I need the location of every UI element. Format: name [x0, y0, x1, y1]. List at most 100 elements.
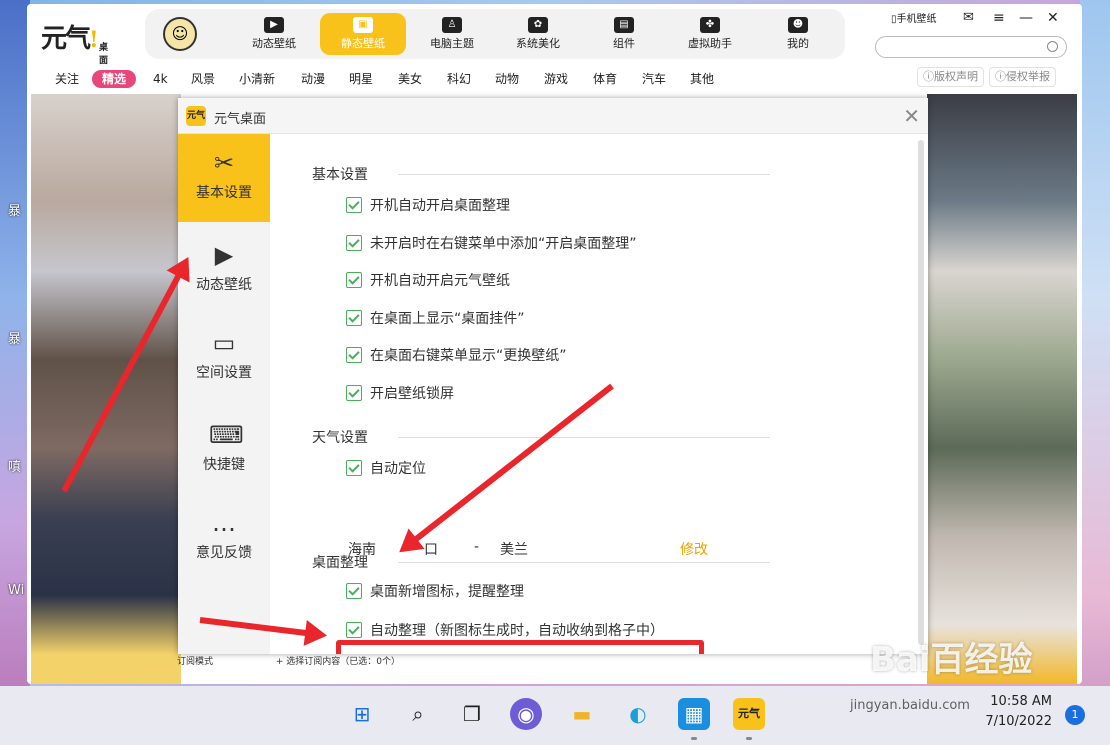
- mail-icon[interactable]: ✉: [963, 10, 974, 25]
- windows-start-icon[interactable]: ⊞: [346, 698, 378, 730]
- chat-icon: …: [212, 509, 236, 537]
- sidebar-label: 基本设置: [196, 185, 252, 201]
- nav-label: 组件: [613, 37, 635, 50]
- checkbox-checked[interactable]: [346, 460, 362, 476]
- scrollbar[interactable]: [918, 140, 924, 645]
- disk-icon: ▭: [212, 329, 236, 357]
- checkbox-checked[interactable]: [346, 310, 362, 326]
- option-autostart-organize[interactable]: 开机自动开启桌面整理: [346, 197, 510, 215]
- sidebar-item-shortcuts[interactable]: ⌨ 快捷键: [178, 406, 270, 494]
- category-item-active[interactable]: 精选: [92, 70, 137, 88]
- wallpaper-thumbnails-right[interactable]: [927, 94, 1077, 684]
- category-item[interactable]: 关注: [55, 70, 79, 88]
- yuanqi-app-icon[interactable]: 元气: [733, 698, 765, 730]
- category-item[interactable]: 美女: [398, 70, 422, 88]
- taskbar: ⊞ ⌕ ❐ ◉ ▬ ◐ ▦ 元气 10:58 AM 7/10/2022 1: [0, 686, 1110, 745]
- option-label: 开机自动开启桌面整理: [370, 198, 510, 214]
- nav-dynamic-wallpaper[interactable]: ▶ 动态壁纸: [231, 13, 317, 55]
- task-view-icon[interactable]: ❐: [456, 698, 488, 730]
- desktop-icon-label[interactable]: Wi: [8, 583, 24, 598]
- category-item[interactable]: 体育: [593, 70, 617, 88]
- modify-location-link[interactable]: 修改: [680, 539, 708, 559]
- settings-sidebar: ✂ 基本设置 ▶ 动态壁纸 ▭ 空间设置 ⌨ 快捷键 … 意见反馈: [178, 134, 270, 654]
- checkbox-checked[interactable]: [346, 272, 362, 288]
- option-auto-locate[interactable]: 自动定位: [346, 460, 426, 478]
- checkbox-checked[interactable]: [346, 622, 362, 638]
- search-icon[interactable]: [1047, 41, 1058, 52]
- copyright-link[interactable]: ⓘ版权声明: [917, 67, 984, 87]
- sidebar-item-space-settings[interactable]: ▭ 空间设置: [178, 314, 270, 402]
- option-auto-organize[interactable]: 自动整理（新图标生成时，自动收纳到格子中）: [346, 622, 664, 640]
- report-label: 侵权举报: [1006, 70, 1050, 83]
- subscribe-mode-select[interactable]: 订阅模式: [177, 657, 213, 667]
- close-icon[interactable]: ✕: [1047, 10, 1059, 26]
- face-icon: ☻: [788, 17, 808, 33]
- checkbox-checked[interactable]: [346, 385, 362, 401]
- folder-icon[interactable]: ▬: [566, 698, 598, 730]
- nav-widgets[interactable]: ▤ 组件: [581, 13, 667, 55]
- desktop-icon-label[interactable]: 暴: [8, 200, 21, 219]
- watermark-logo: Bai百经验: [870, 640, 1033, 680]
- category-item[interactable]: 其他: [690, 70, 714, 88]
- store-icon[interactable]: ▦: [678, 698, 710, 730]
- dialog-titlebar: 元气 元气桌面 ✕: [178, 98, 928, 134]
- sidebar-item-basic-settings[interactable]: ✂ 基本设置: [178, 134, 270, 222]
- option-autostart-wallpaper[interactable]: 开机自动开启元气壁纸: [346, 272, 510, 290]
- flower-icon: ✿: [528, 17, 548, 33]
- subscribe-content-link[interactable]: + 选择订阅内容（已选：0个）: [276, 657, 400, 667]
- option-lockscreen[interactable]: 开启壁纸锁屏: [346, 385, 454, 403]
- desktop-icon-label[interactable]: 暴: [8, 328, 21, 347]
- category-item[interactable]: 小清新: [239, 70, 275, 88]
- checkbox-checked[interactable]: [346, 583, 362, 599]
- category-item[interactable]: 明星: [349, 70, 373, 88]
- app-logo[interactable]: 元气! 桌面: [41, 18, 108, 66]
- nav-mine[interactable]: ☻ 我的: [755, 13, 841, 55]
- checkbox-checked[interactable]: [346, 197, 362, 213]
- category-item[interactable]: 动物: [495, 70, 519, 88]
- option-label: 自动整理（新图标生成时，自动收纳到格子中）: [370, 623, 664, 639]
- option-label: 桌面新增图标，提醒整理: [370, 584, 524, 600]
- search-box[interactable]: [875, 36, 1067, 58]
- category-item[interactable]: 风景: [191, 70, 215, 88]
- desktop-icon-label[interactable]: 嗔: [8, 456, 21, 475]
- highlight-box: [336, 640, 704, 654]
- option-context-menu-organize[interactable]: 未开启时在右键菜单中添加“开启桌面整理”: [346, 235, 637, 253]
- category-item[interactable]: 汽车: [642, 70, 666, 88]
- search-input[interactable]: [886, 39, 1036, 55]
- edge-icon[interactable]: ◐: [622, 698, 654, 730]
- category-item[interactable]: 科幻: [447, 70, 471, 88]
- category-item[interactable]: 动漫: [301, 70, 325, 88]
- option-new-icon-remind[interactable]: 桌面新增图标，提醒整理: [346, 583, 524, 601]
- wallpaper-thumbnails-left[interactable]: [31, 94, 181, 684]
- sidebar-label: 动态壁纸: [196, 277, 252, 293]
- option-show-widgets[interactable]: 在桌面上显示“桌面挂件”: [346, 310, 525, 328]
- logo-text: 元气: [41, 24, 91, 54]
- dialog-title: 元气桌面: [214, 112, 267, 127]
- shirt-icon: ♙: [442, 17, 462, 33]
- category-item[interactable]: 4k: [153, 70, 168, 88]
- phone-wallpaper-button[interactable]: ▯手机壁纸: [891, 10, 937, 25]
- report-link[interactable]: ⓘ侵权举报: [989, 67, 1056, 87]
- close-icon[interactable]: ✕: [903, 104, 920, 128]
- avatar[interactable]: ☺: [163, 17, 197, 51]
- search-icon[interactable]: ⌕: [402, 698, 434, 730]
- category-item[interactable]: 游戏: [544, 70, 568, 88]
- nav-static-wallpaper[interactable]: ▣ 静态壁纸: [320, 13, 406, 55]
- nav-virtual-assistant[interactable]: ✤ 虚拟助手: [667, 13, 753, 55]
- logo-sub: 桌面: [99, 43, 109, 66]
- sidebar-label: 空间设置: [196, 365, 252, 381]
- clock-time: 10:58 AM: [990, 694, 1052, 709]
- notification-badge[interactable]: 1: [1065, 705, 1085, 725]
- minimize-icon[interactable]: —: [1019, 10, 1033, 26]
- menu-icon[interactable]: ≡: [993, 10, 1005, 26]
- checkbox-checked[interactable]: [346, 235, 362, 251]
- bottom-bar: 订阅模式 + 选择订阅内容（已选：0个）: [177, 654, 400, 667]
- nav-system-beautify[interactable]: ✿ 系统美化: [495, 13, 581, 55]
- sidebar-item-feedback[interactable]: … 意见反馈: [178, 494, 270, 582]
- nav-pc-theme[interactable]: ♙ 电脑主题: [409, 13, 495, 55]
- clock[interactable]: 10:58 AM 7/10/2022: [982, 692, 1052, 732]
- option-context-change-wallpaper[interactable]: 在桌面右键菜单显示“更换壁纸”: [346, 347, 567, 365]
- chat-icon[interactable]: ◉: [510, 698, 542, 730]
- checkbox-checked[interactable]: [346, 347, 362, 363]
- divider: [398, 437, 770, 438]
